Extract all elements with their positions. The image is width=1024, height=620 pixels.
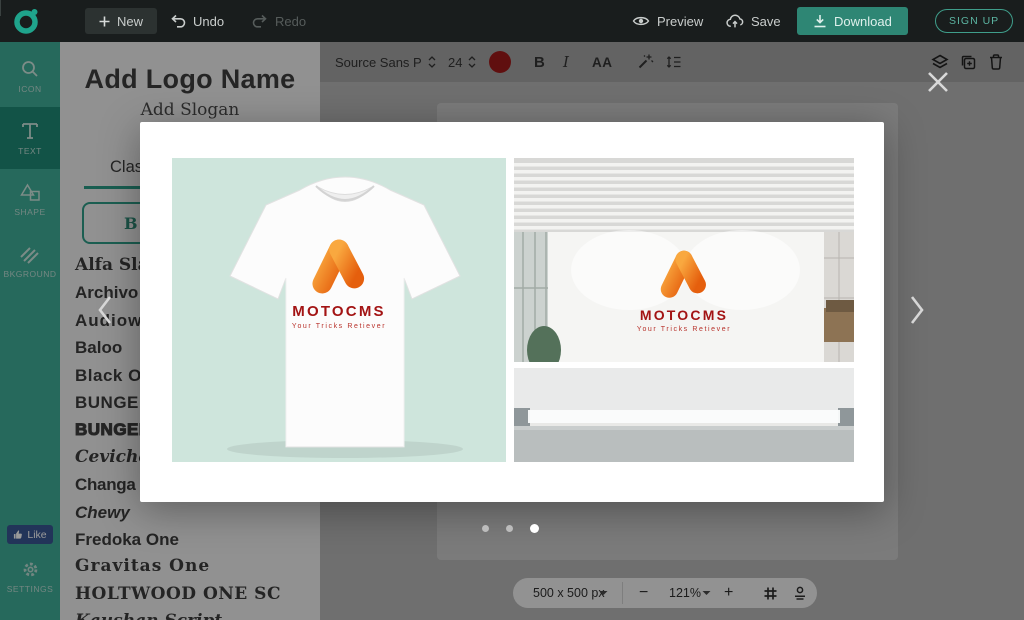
logo-a-mark — [301, 232, 377, 296]
new-button[interactable]: New — [85, 8, 157, 34]
motocms-logo-icon — [12, 5, 42, 37]
undo-icon — [170, 14, 186, 28]
redo-button-label: Redo — [275, 14, 306, 29]
mockup-preview-modal: MOTOCMS Your Tricks Retiever — [140, 122, 884, 502]
preview-button-label: Preview — [657, 14, 703, 29]
topbar-divider — [0, 0, 1, 16]
undo-button[interactable]: Undo — [170, 0, 224, 42]
download-button-label: Download — [834, 14, 892, 29]
new-button-label: New — [117, 14, 143, 29]
download-button[interactable]: Download — [797, 7, 908, 35]
preview-button[interactable]: Preview — [632, 0, 703, 42]
app-logo[interactable] — [12, 0, 42, 42]
tshirt-mockup-image: MOTOCMS Your Tricks Retiever — [172, 158, 506, 462]
signup-button[interactable]: SIGN UP — [935, 9, 1013, 33]
download-icon — [813, 14, 827, 28]
office-mockup-image: MOTOCMS Your Tricks Retiever — [514, 158, 854, 462]
mockup-logo-name: MOTOCMS — [599, 307, 769, 323]
close-icon — [926, 70, 950, 94]
carousel-prev-button[interactable] — [96, 294, 114, 331]
plus-icon — [99, 16, 110, 27]
chevron-right-icon — [908, 294, 926, 326]
carousel-dot[interactable] — [506, 525, 513, 532]
mockup-logo-tagline: Your Tricks Retiever — [254, 323, 424, 330]
eye-icon — [632, 15, 650, 27]
redo-icon — [252, 14, 268, 28]
carousel-next-button[interactable] — [908, 294, 926, 331]
office-wall-logo: MOTOCMS Your Tricks Retiever — [599, 244, 769, 333]
carousel-dot[interactable] — [482, 525, 489, 532]
tshirt-logo: MOTOCMS Your Tricks Retiever — [254, 232, 424, 330]
modal-close-button[interactable] — [926, 70, 952, 96]
mockup-logo-name: MOTOCMS — [254, 303, 424, 320]
chevron-left-icon — [96, 294, 114, 326]
undo-button-label: Undo — [193, 14, 224, 29]
signup-button-label: SIGN UP — [949, 15, 999, 27]
topbar: New Undo Redo Preview Save — [0, 0, 1024, 42]
carousel-dot-active[interactable] — [530, 524, 539, 533]
mockup-logo-tagline: Your Tricks Retiever — [599, 326, 769, 333]
cloud-upload-icon — [726, 14, 744, 28]
redo-button[interactable]: Redo — [252, 0, 306, 42]
save-button[interactable]: Save — [726, 0, 781, 42]
carousel-dots — [482, 524, 539, 533]
logo-a-mark — [651, 244, 717, 300]
save-button-label: Save — [751, 14, 781, 29]
